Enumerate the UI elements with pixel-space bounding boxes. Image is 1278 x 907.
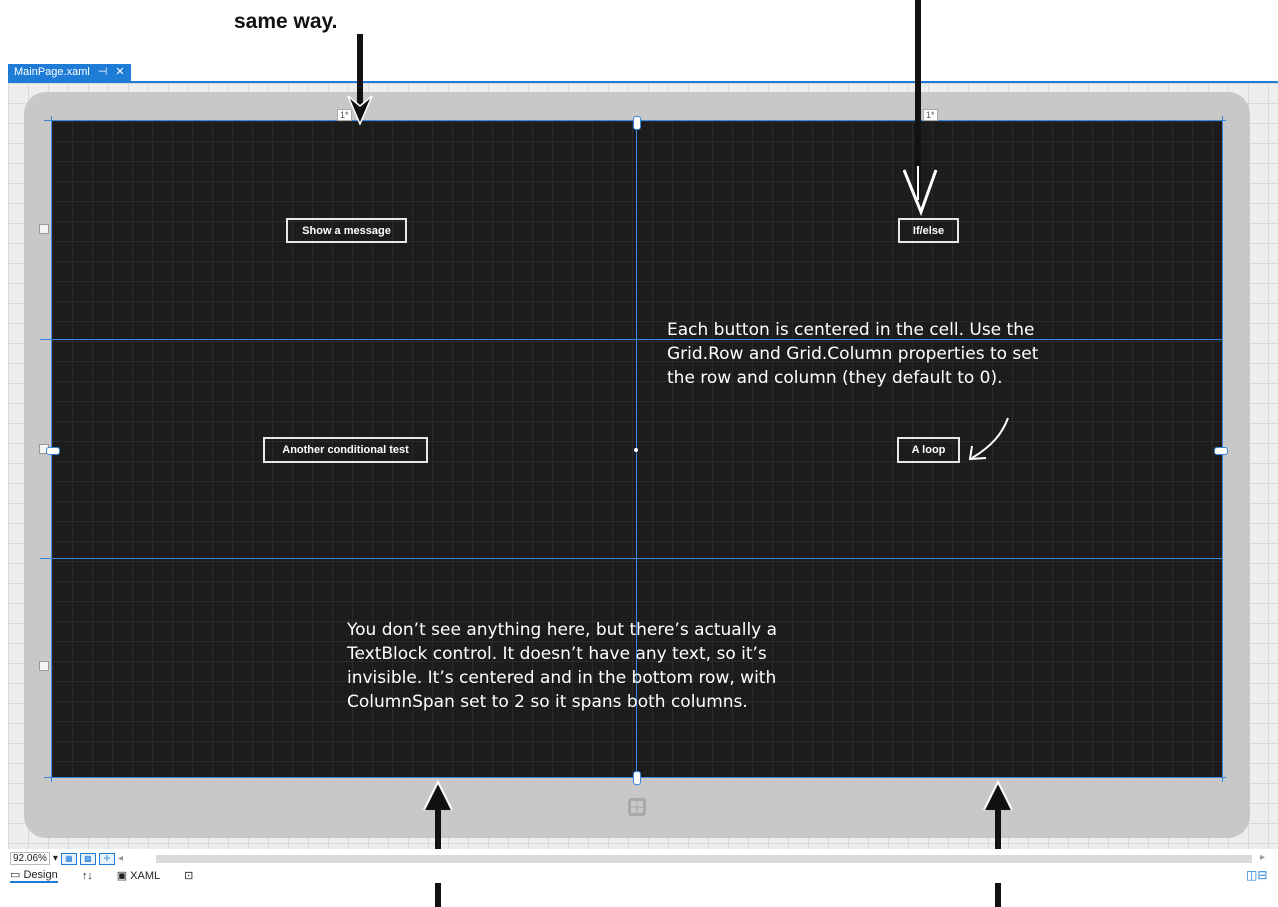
caption-line2: same way.: [234, 10, 338, 33]
document-tab[interactable]: MainPage.xaml ⊣ ✕: [8, 64, 131, 81]
zoom-level[interactable]: 92.06%: [10, 852, 50, 865]
note-line: Grid.Row and Grid.Column properties to s…: [667, 344, 1039, 364]
close-icon[interactable]: ✕: [115, 64, 124, 81]
top-left-caption: same way.: [234, 10, 338, 34]
grid-snap-icon[interactable]: ▩: [79, 852, 96, 865]
note-line: Each button is centered in the cell. Use…: [667, 320, 1035, 340]
arrow-up-right: [983, 780, 1013, 907]
button-centering-note: Each button is centered in the cell. Use…: [667, 318, 1227, 390]
split-view-icon[interactable]: ◫⊟: [1246, 868, 1267, 882]
document-tab-title: MainPage.xaml: [14, 66, 90, 78]
center-point: [634, 448, 638, 452]
row-marker-3[interactable]: [39, 661, 49, 671]
collapse-pane-icon[interactable]: ⊡: [184, 869, 193, 882]
left-resize-handle[interactable]: [46, 447, 60, 455]
windows-logo-icon: [628, 798, 646, 816]
arrow-down-left: [347, 34, 373, 126]
pin-icon[interactable]: ⊣: [98, 64, 108, 81]
right-resize-handle[interactable]: [1214, 447, 1228, 455]
horizontal-scrollbar[interactable]: [156, 855, 1252, 863]
view-tabs: ▭ Design ↑↓ ▣ XAML ⊡: [10, 868, 193, 883]
if-else-button[interactable]: If/else: [898, 218, 959, 243]
top-resize-handle[interactable]: [633, 116, 641, 130]
note-line: You don’t see anything here, but there’s…: [347, 620, 778, 640]
another-conditional-test-button[interactable]: Another conditional test: [263, 437, 428, 463]
grid-view-icon[interactable]: ▦: [60, 852, 77, 865]
note-line: TextBlock control. It doesn’t have any t…: [347, 644, 767, 664]
snap-icon[interactable]: ✛: [98, 852, 115, 865]
note-line: ColumnSpan set to 2 so it spans both col…: [347, 692, 748, 712]
arrow-up-center: [423, 780, 453, 907]
textblock-note: You don’t see anything here, but there’s…: [347, 618, 907, 714]
a-loop-button[interactable]: A loop: [897, 437, 960, 463]
xaml-tab-label: XAML: [130, 870, 161, 882]
note-line: invisible. It’s centered and in the bott…: [347, 668, 777, 688]
zoom-dropdown-icon[interactable]: ▾: [53, 853, 58, 864]
tab-design[interactable]: ▭ Design: [10, 868, 58, 883]
arrow-to-loop-button: [968, 417, 1009, 461]
row-marker-1[interactable]: [39, 224, 49, 234]
swap-panes-icon[interactable]: ↑↓: [82, 870, 93, 882]
arrow-down-right: [903, 0, 938, 216]
scroll-left-icon[interactable]: ◂: [118, 853, 123, 864]
show-message-button[interactable]: Show a message: [286, 218, 407, 243]
design-tab-label: Design: [23, 869, 58, 881]
note-line: the row and column (they default to 0).: [667, 368, 1003, 388]
bottom-resize-handle[interactable]: [633, 771, 641, 785]
scroll-right-icon[interactable]: ▸: [1260, 852, 1265, 863]
zoom-controls: 92.06% ▾ ▦ ▩ ✛ ◂: [10, 852, 123, 865]
tab-xaml[interactable]: ▣ XAML: [117, 869, 160, 882]
row-divider-2[interactable]: [40, 558, 1222, 559]
